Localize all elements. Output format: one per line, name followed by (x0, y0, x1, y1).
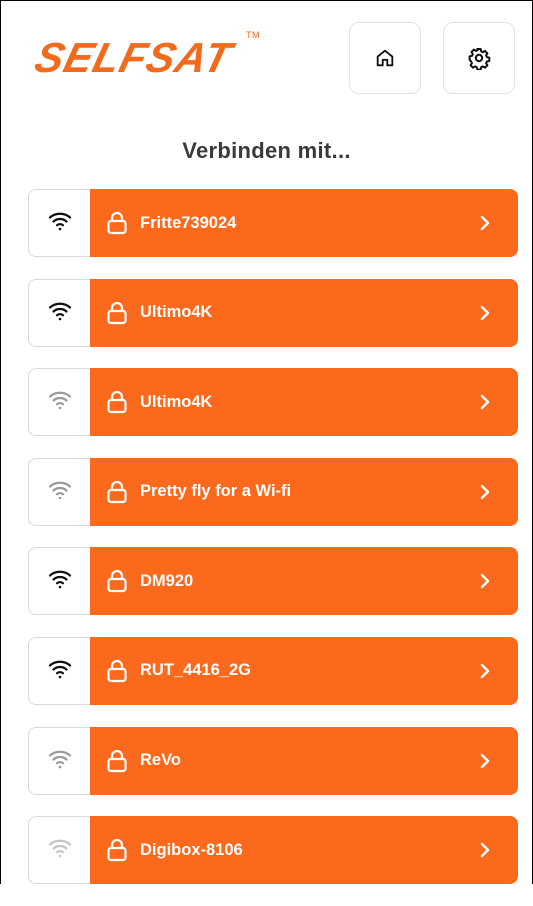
network-item[interactable]: RUT_4416_2G (28, 636, 518, 705)
chevron-right-icon (480, 394, 490, 410)
chevron-right-icon (480, 663, 490, 679)
selfsat-logo: SELFSAT (30, 35, 240, 78)
wifi-icon (48, 660, 71, 679)
network-item[interactable]: Fritte739024 (28, 189, 518, 257)
wifi-icon (48, 391, 71, 410)
network-name: Fritte739024 (140, 213, 237, 232)
network-name-cell: DM920 (90, 547, 518, 616)
network-name: RUT_4416_2G (140, 661, 251, 680)
network-list: Fritte739024 Ultimo4K Ultimo4K Pretty fly f… (28, 189, 518, 906)
header: SELFSAT TM (0, 0, 533, 110)
network-name-cell: RUT_4416_2G (90, 636, 518, 705)
network-name-cell: Pretty fly for a Wi-fi (90, 457, 518, 526)
network-item[interactable]: Pretty fly for a Wi-fi (28, 457, 518, 526)
home-button[interactable] (349, 22, 421, 94)
signal-cell (28, 189, 90, 257)
lock-icon (107, 749, 127, 772)
lock-icon (107, 659, 127, 683)
network-item[interactable]: ReVo (28, 726, 518, 795)
wifi-icon (48, 481, 71, 500)
signal-cell (28, 457, 90, 526)
network-name: Digibox-8106 (140, 840, 243, 859)
network-name-cell: Digibox-8106 (90, 816, 518, 885)
chevron-right-icon (480, 215, 490, 231)
signal-cell (28, 278, 90, 347)
home-icon (376, 49, 394, 67)
network-name: DM920 (140, 571, 194, 590)
network-name: Ultimo4K (140, 392, 213, 411)
signal-cell (28, 368, 90, 437)
signal-cell (28, 816, 90, 885)
chevron-right-icon (480, 753, 490, 768)
wifi-icon (48, 212, 71, 231)
page-title: Verbinden mit... (182, 138, 351, 163)
lock-icon (107, 301, 127, 324)
network-item[interactable]: Ultimo4K (28, 278, 518, 347)
chevron-right-icon (480, 484, 490, 499)
signal-cell (28, 636, 90, 705)
logo-text: SELFSAT (30, 35, 240, 78)
network-name-cell: ReVo (90, 726, 518, 795)
signal-cell (28, 547, 90, 616)
network-name-cell: Ultimo4K (90, 278, 518, 347)
gear-icon (468, 48, 491, 70)
chevron-right-icon (480, 305, 490, 320)
lock-icon (107, 391, 127, 414)
wifi-icon (48, 571, 71, 589)
logo-trademark: TM (246, 30, 260, 40)
lock-icon (107, 839, 127, 862)
signal-cell (28, 726, 90, 795)
chevron-right-icon (480, 842, 490, 858)
network-item[interactable]: DM920 (28, 547, 518, 616)
network-item[interactable]: Digibox-8106 (28, 816, 518, 885)
wifi-icon (48, 839, 71, 858)
wifi-icon (48, 750, 71, 768)
lock-icon (107, 480, 127, 503)
network-name-cell: Fritte739024 (90, 189, 518, 257)
chevron-right-icon (480, 574, 490, 589)
settings-button[interactable] (443, 22, 515, 94)
wifi-icon (48, 302, 71, 320)
lock-icon (107, 570, 127, 593)
network-name-cell: Ultimo4K (90, 368, 518, 437)
network-item[interactable]: Ultimo4K (28, 368, 518, 437)
lock-icon (107, 211, 127, 235)
network-name: ReVo (140, 751, 181, 770)
network-name: Pretty fly for a Wi-fi (140, 482, 292, 501)
network-name: Ultimo4K (140, 303, 213, 322)
